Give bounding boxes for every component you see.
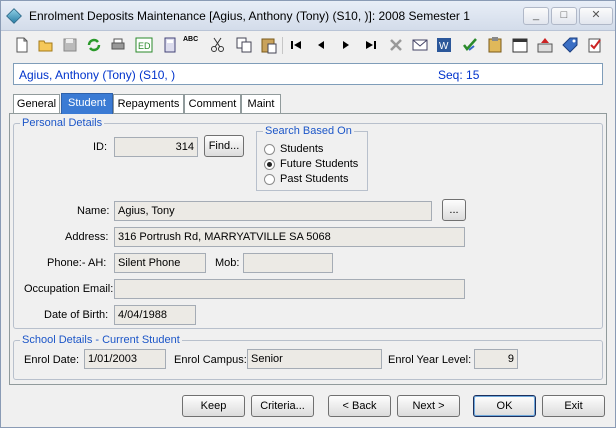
save-icon[interactable] (61, 36, 79, 54)
edit-icon[interactable]: ED (135, 36, 153, 54)
address-label: Address: (65, 231, 109, 243)
tasks-icon[interactable] (586, 36, 604, 54)
calculator-icon[interactable] (161, 36, 179, 54)
name-label: Name: (77, 205, 110, 217)
print-icon[interactable] (109, 36, 127, 54)
criteria-button[interactable]: Criteria... (251, 395, 314, 417)
previous-record-icon[interactable] (312, 36, 330, 54)
address-field[interactable]: 316 Portrush Rd, MARRYATVILLE SA 5068 (114, 227, 465, 247)
tab-comment[interactable]: Comment (184, 94, 241, 114)
phone-ah-field[interactable]: Silent Phone (114, 253, 206, 273)
school-details-legend: School Details - Current Student (22, 334, 180, 346)
personal-details-legend: Personal Details (22, 117, 103, 129)
enrol-date-label: Enrol Date: (24, 354, 80, 366)
occupation-email-label: Occupation Email: (24, 283, 114, 295)
occupation-email-field[interactable] (114, 279, 465, 299)
last-record-icon[interactable] (362, 36, 380, 54)
maximize-button[interactable]: □ (551, 7, 577, 25)
app-diamond-icon (6, 8, 22, 24)
enrol-date-field[interactable]: 1/01/2003 (84, 349, 166, 369)
ok-button[interactable]: OK (473, 395, 536, 417)
enrol-year-level-field[interactable]: 9 (474, 349, 518, 369)
back-button[interactable]: < Back (328, 395, 391, 417)
mobile-field[interactable] (243, 253, 333, 273)
student-name-heading: Agius, Anthony (Tony) (S10, ) (19, 68, 176, 82)
new-icon[interactable] (13, 36, 31, 54)
spellcheck-icon[interactable]: ABC (183, 36, 201, 54)
date-of-birth-field[interactable]: 4/04/1988 (114, 305, 196, 325)
id-field[interactable]: 314 (114, 137, 198, 157)
exit-button[interactable]: Exit (542, 395, 605, 417)
tab-maint[interactable]: Maint (241, 94, 281, 114)
paste-icon[interactable] (260, 36, 278, 54)
toolbar: ED ABC W (3, 34, 613, 58)
find-button[interactable]: Find... (204, 135, 244, 157)
cut-icon[interactable] (209, 36, 227, 54)
toolbar-separator (282, 37, 283, 54)
radio-students-label: Students (280, 143, 324, 155)
tag-icon[interactable] (561, 36, 579, 54)
radio-future-students[interactable] (264, 159, 275, 170)
open-icon[interactable] (37, 36, 55, 54)
radio-past-students[interactable] (264, 174, 275, 185)
name-lookup-button[interactable]: ... (442, 199, 466, 221)
title-bar[interactable]: Enrolment Deposits Maintenance [Agius, A… (1, 1, 615, 31)
calendar-icon[interactable] (511, 36, 529, 54)
search-based-on-title: Search Based On (263, 125, 354, 137)
window-title: Enrolment Deposits Maintenance [Agius, A… (29, 9, 470, 23)
mobile-label: Mob: (215, 257, 240, 269)
sequence-number: Seq: 15 (438, 68, 480, 82)
enrol-campus-field[interactable]: Senior (247, 349, 382, 369)
minimize-button[interactable]: _ (523, 7, 549, 25)
tab-student[interactable]: Student (61, 93, 113, 114)
close-button[interactable]: ✕ (579, 7, 613, 25)
email-icon[interactable] (411, 36, 429, 54)
report-icon[interactable] (536, 36, 554, 54)
svg-text:W: W (439, 41, 449, 52)
student-header: Agius, Anthony (Tony) (S10, ) Seq: 15 (13, 63, 603, 85)
refresh-icon[interactable] (85, 36, 103, 54)
svg-text:ED: ED (138, 41, 151, 51)
main-window: Enrolment Deposits Maintenance [Agius, A… (0, 0, 616, 428)
tab-repayments[interactable]: Repayments (113, 94, 184, 114)
keep-button[interactable]: Keep (182, 395, 245, 417)
checklist-icon[interactable] (461, 36, 479, 54)
enrol-campus-label: Enrol Campus: (174, 354, 247, 366)
word-icon[interactable]: W (435, 36, 453, 54)
enrol-year-level-label: Enrol Year Level: (388, 354, 472, 366)
phone-ah-label: Phone:- AH: (47, 257, 107, 269)
radio-future-students-label: Future Students (280, 158, 359, 170)
date-of-birth-label: Date of Birth: (44, 309, 109, 321)
radio-past-students-label: Past Students (280, 173, 349, 185)
clipboard-icon[interactable] (486, 36, 504, 54)
name-field[interactable]: Agius, Tony (114, 201, 432, 221)
id-label: ID: (93, 141, 108, 153)
copy-icon[interactable] (235, 36, 253, 54)
first-record-icon[interactable] (287, 36, 305, 54)
tab-general[interactable]: General (13, 94, 60, 114)
radio-students[interactable] (264, 144, 275, 155)
next-button[interactable]: Next > (397, 395, 460, 417)
delete-icon[interactable] (387, 36, 405, 54)
next-record-icon[interactable] (337, 36, 355, 54)
